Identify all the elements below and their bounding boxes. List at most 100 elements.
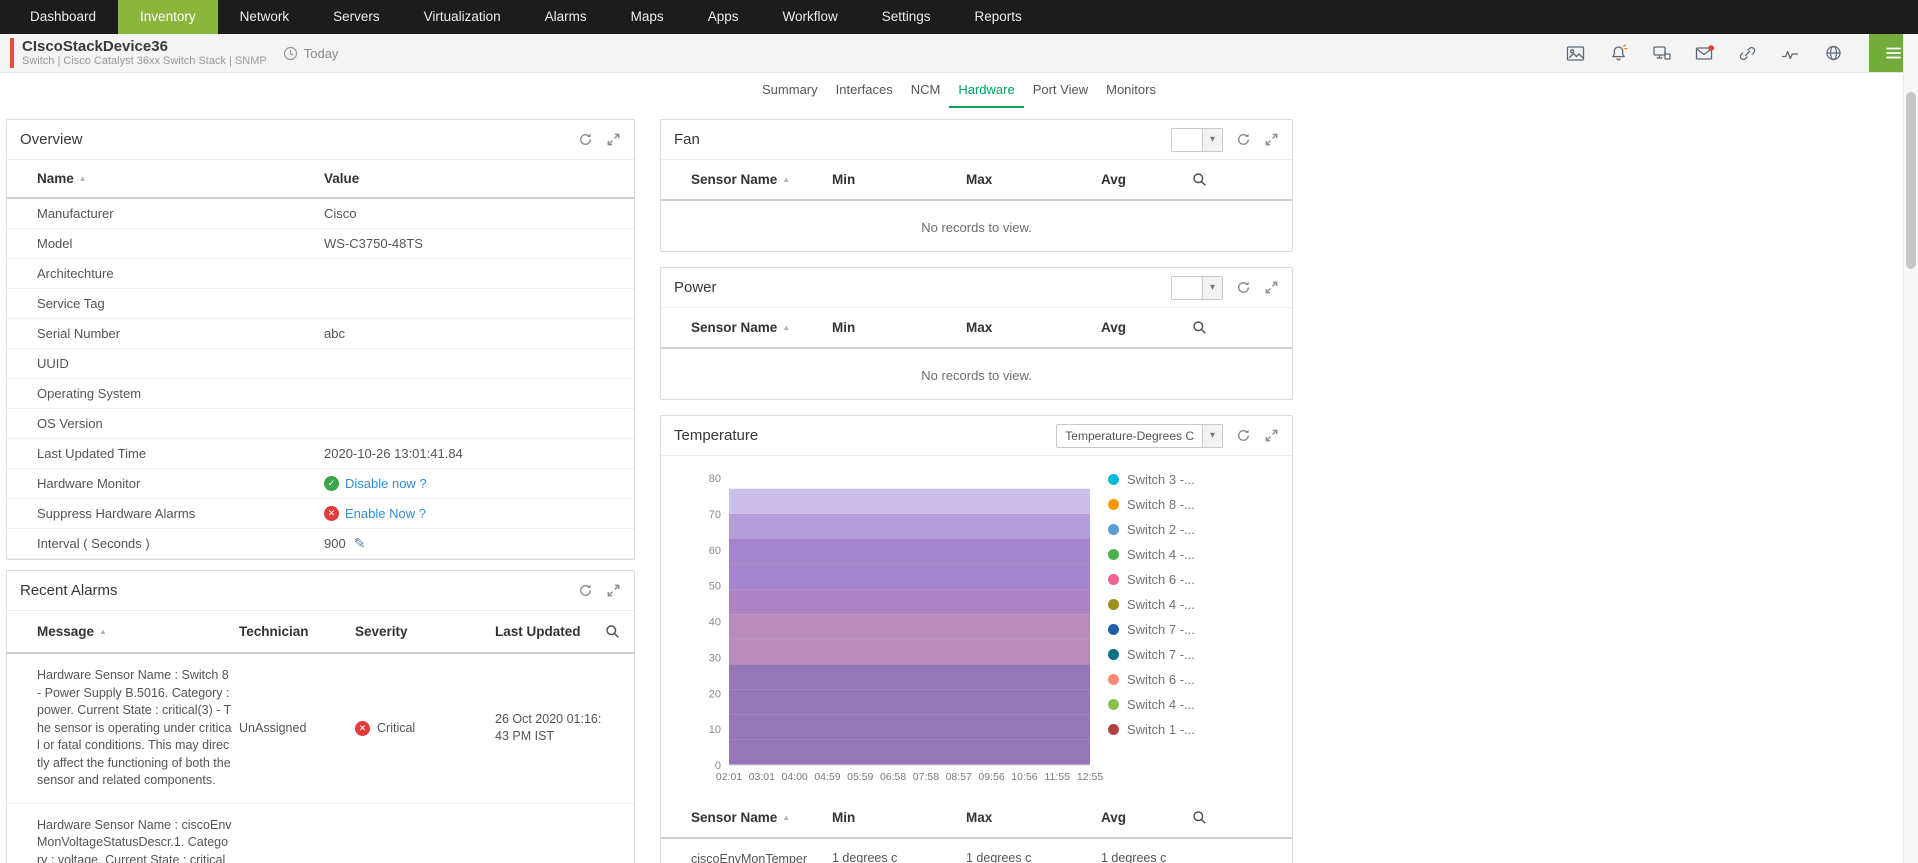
screenshot-icon[interactable]: [1564, 42, 1586, 64]
legend-item[interactable]: Switch 4 -...: [1108, 597, 1195, 612]
overview-row-model: Model ✓ ✕ WS-C3750-48TS ✎: [7, 229, 634, 259]
nav-item-workflow[interactable]: Workflow: [760, 0, 859, 34]
legend-item[interactable]: Switch 4 -...: [1108, 697, 1195, 712]
link-icon[interactable]: [1736, 42, 1758, 64]
sensor-row[interactable]: ciscoEnvMonTemperatureStatusDescr.1 1 de…: [661, 839, 1292, 863]
nav-item-inventory[interactable]: Inventory: [118, 0, 218, 34]
column-header-sensor-name[interactable]: Sensor Name▲: [691, 172, 832, 187]
globe-icon[interactable]: [1822, 42, 1844, 64]
temperature-chart-area: 0102030405060708002:0103:0104:0004:5905:…: [661, 456, 1292, 798]
column-header-name[interactable]: Name▲: [37, 171, 324, 186]
column-header-max[interactable]: Max: [966, 320, 1101, 335]
column-header-min[interactable]: Min: [832, 320, 966, 335]
svg-text:10: 10: [709, 724, 721, 736]
alarm-row[interactable]: Hardware Sensor Name : Switch 8 - Power …: [7, 654, 634, 804]
time-period-selector[interactable]: Today: [283, 46, 339, 61]
column-header-avg[interactable]: Avg: [1101, 810, 1192, 825]
nav-item-servers[interactable]: Servers: [311, 0, 402, 34]
alarm-severity: Critical: [377, 721, 415, 735]
legend-item[interactable]: Switch 1 -...: [1108, 722, 1195, 737]
scrollbar-track[interactable]: [1903, 34, 1918, 863]
svg-text:08:57: 08:57: [946, 771, 972, 783]
search-icon[interactable]: [1192, 320, 1278, 335]
column-header-max[interactable]: Max: [966, 172, 1101, 187]
refresh-icon[interactable]: [1236, 428, 1251, 443]
refresh-icon[interactable]: [1236, 132, 1251, 147]
refresh-icon[interactable]: [578, 132, 593, 147]
tab-hardware[interactable]: Hardware: [949, 74, 1023, 108]
column-header-sensor-name[interactable]: Sensor Name▲: [691, 810, 832, 825]
nav-item-network[interactable]: Network: [218, 0, 312, 34]
nav-item-virtualization[interactable]: Virtualization: [402, 0, 523, 34]
column-header-last-updated[interactable]: Last Updated: [495, 624, 605, 639]
column-header-message[interactable]: Message▲: [37, 624, 239, 639]
legend-dot: [1108, 549, 1119, 560]
temperature-unit-select[interactable]: Temperature-Degrees C ▾: [1056, 424, 1223, 448]
svg-text:02:01: 02:01: [716, 771, 742, 783]
nav-item-settings[interactable]: Settings: [860, 0, 953, 34]
mail-icon[interactable]: [1693, 42, 1715, 64]
column-header-avg[interactable]: Avg: [1101, 172, 1192, 187]
tab-monitors[interactable]: Monitors: [1097, 74, 1165, 108]
legend-item[interactable]: Switch 3 -...: [1108, 472, 1195, 487]
field-value[interactable]: Disable now ?: [345, 476, 427, 491]
nav-item-alarms[interactable]: Alarms: [523, 0, 609, 34]
fan-sensor-type-select[interactable]: ▾: [1171, 128, 1223, 152]
column-header-value[interactable]: Value: [324, 171, 620, 186]
overview-row-uuid: UUID ✓ ✕ ✎: [7, 349, 634, 379]
svg-text:40: 40: [709, 617, 721, 629]
legend-item[interactable]: Switch 8 -...: [1108, 497, 1195, 512]
alarm-notification-icon[interactable]: [1607, 42, 1629, 64]
legend-item[interactable]: Switch 4 -...: [1108, 547, 1195, 562]
fan-empty-message: No records to view.: [661, 201, 1292, 259]
refresh-icon[interactable]: [1236, 280, 1251, 295]
legend-item[interactable]: Switch 2 -...: [1108, 522, 1195, 537]
nav-item-apps[interactable]: Apps: [686, 0, 761, 34]
legend-item[interactable]: Switch 6 -...: [1108, 672, 1195, 687]
power-empty-message: No records to view.: [661, 349, 1292, 407]
nav-item-reports[interactable]: Reports: [953, 0, 1044, 34]
device-tabs: SummaryInterfacesNCMHardwarePort ViewMon…: [0, 74, 1918, 108]
nav-item-maps[interactable]: Maps: [609, 0, 686, 34]
column-header-severity[interactable]: Severity: [355, 624, 495, 639]
search-icon[interactable]: [605, 624, 620, 639]
legend-label: Switch 6 -...: [1127, 572, 1195, 587]
overview-row-serial-number: Serial Number ✓ ✕ abc ✎: [7, 319, 634, 349]
tab-summary[interactable]: Summary: [753, 74, 827, 108]
expand-icon[interactable]: [606, 132, 621, 147]
legend-dot: [1108, 599, 1119, 610]
tab-interfaces[interactable]: Interfaces: [827, 74, 902, 108]
overview-row-interval: Interval ( Seconds ) ✓ ✕ 900 ✎: [7, 529, 634, 559]
expand-icon[interactable]: [1264, 428, 1279, 443]
search-icon[interactable]: [1192, 172, 1278, 187]
alarm-row[interactable]: Hardware Sensor Name : ciscoEnvMonVoltag…: [7, 804, 634, 863]
field-value[interactable]: Enable Now ?: [345, 506, 426, 521]
refresh-icon[interactable]: [578, 583, 593, 598]
column-header-sensor-name[interactable]: Sensor Name▲: [691, 320, 832, 335]
expand-icon[interactable]: [1264, 132, 1279, 147]
nav-item-dashboard[interactable]: Dashboard: [8, 0, 118, 34]
edit-icon[interactable]: ✎: [354, 535, 366, 552]
legend-dot: [1108, 674, 1119, 685]
performance-icon[interactable]: [1779, 42, 1801, 64]
expand-icon[interactable]: [606, 583, 621, 598]
tab-port-view[interactable]: Port View: [1024, 74, 1097, 108]
device-snapshot-icon[interactable]: [1650, 42, 1672, 64]
legend-item[interactable]: Switch 6 -...: [1108, 572, 1195, 587]
scrollbar-thumb[interactable]: [1906, 92, 1916, 269]
column-header-max[interactable]: Max: [966, 810, 1101, 825]
column-header-min[interactable]: Min: [832, 810, 966, 825]
column-header-avg[interactable]: Avg: [1101, 320, 1192, 335]
legend-dot: [1108, 624, 1119, 635]
expand-icon[interactable]: [1264, 280, 1279, 295]
search-icon[interactable]: [1192, 810, 1278, 825]
sensor-max: 1 degrees c: [966, 851, 1101, 863]
column-header-technician[interactable]: Technician: [239, 624, 355, 639]
legend-item[interactable]: Switch 7 -...: [1108, 647, 1195, 662]
recent-alarms-panel-title: Recent Alarms: [20, 582, 118, 599]
alarm-last-updated: 26 Oct 2020 01:16:43 PM IST: [495, 711, 603, 746]
power-sensor-type-select[interactable]: ▾: [1171, 276, 1223, 300]
legend-item[interactable]: Switch 7 -...: [1108, 622, 1195, 637]
tab-ncm[interactable]: NCM: [902, 74, 950, 108]
column-header-min[interactable]: Min: [832, 172, 966, 187]
